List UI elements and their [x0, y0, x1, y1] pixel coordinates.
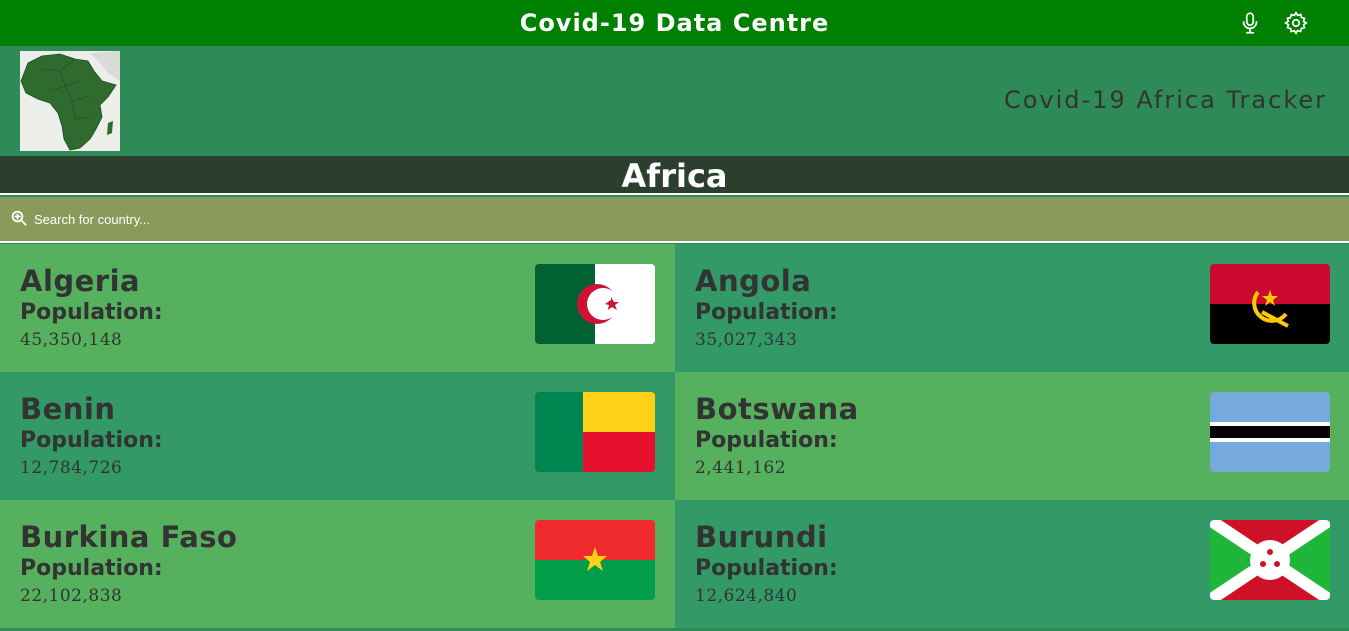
population-value: 22,102,838 [20, 586, 123, 606]
country-name: Burkina Faso [20, 520, 238, 554]
angola-flag-icon [1210, 264, 1330, 344]
population-value: 12,624,840 [695, 586, 798, 606]
gear-icon[interactable] [1283, 10, 1309, 36]
region-bar: Africa [0, 156, 1349, 195]
country-name: Botswana [695, 392, 859, 426]
population-label: Population: [695, 556, 838, 581]
population-value: 2,441,162 [695, 458, 787, 478]
population-value: 35,027,343 [695, 330, 798, 350]
region-title: Africa [621, 157, 728, 195]
country-card-burundi[interactable]: Burundi Population: 12,624,840 [675, 500, 1349, 628]
population-value: 12,784,726 [20, 458, 123, 478]
top-app-bar: Covid-19 Data Centre [0, 0, 1349, 46]
country-name: Benin [20, 392, 116, 426]
population-label: Population: [20, 300, 163, 325]
page-header: Covid-19 Africa Tracker [0, 46, 1349, 156]
population-label: Population: [20, 428, 163, 453]
population-value: 45,350,148 [20, 330, 123, 350]
country-card-botswana[interactable]: Botswana Population: 2,441,162 [675, 372, 1349, 500]
tracker-title: Covid-19 Africa Tracker [1003, 86, 1327, 114]
country-card-angola[interactable]: Angola Population: 35,027,343 [675, 244, 1349, 372]
population-label: Population: [20, 556, 163, 581]
benin-flag-icon [535, 392, 655, 472]
country-name: Burundi [695, 520, 828, 554]
country-card-benin[interactable]: Benin Population: 12,784,726 [0, 372, 675, 500]
burkina-faso-flag-icon [535, 520, 655, 600]
search-bar [0, 197, 1349, 243]
algeria-flag-icon [535, 264, 655, 344]
botswana-flag-icon [1210, 392, 1330, 472]
population-label: Population: [695, 300, 838, 325]
search-icon [11, 210, 27, 226]
population-label: Population: [695, 428, 838, 453]
microphone-icon[interactable] [1237, 10, 1263, 36]
top-icons [1237, 10, 1309, 36]
country-card-burkina-faso[interactable]: Burkina Faso Population: 22,102,838 [0, 500, 675, 628]
africa-map-logo [20, 51, 120, 151]
country-card-algeria[interactable]: Algeria Population: 45,350,148 [0, 244, 675, 372]
app-title: Covid-19 Data Centre [519, 9, 830, 37]
country-name: Angola [695, 264, 812, 298]
search-input[interactable] [34, 205, 634, 233]
burundi-flag-icon [1210, 520, 1330, 600]
country-name: Algeria [20, 264, 141, 298]
